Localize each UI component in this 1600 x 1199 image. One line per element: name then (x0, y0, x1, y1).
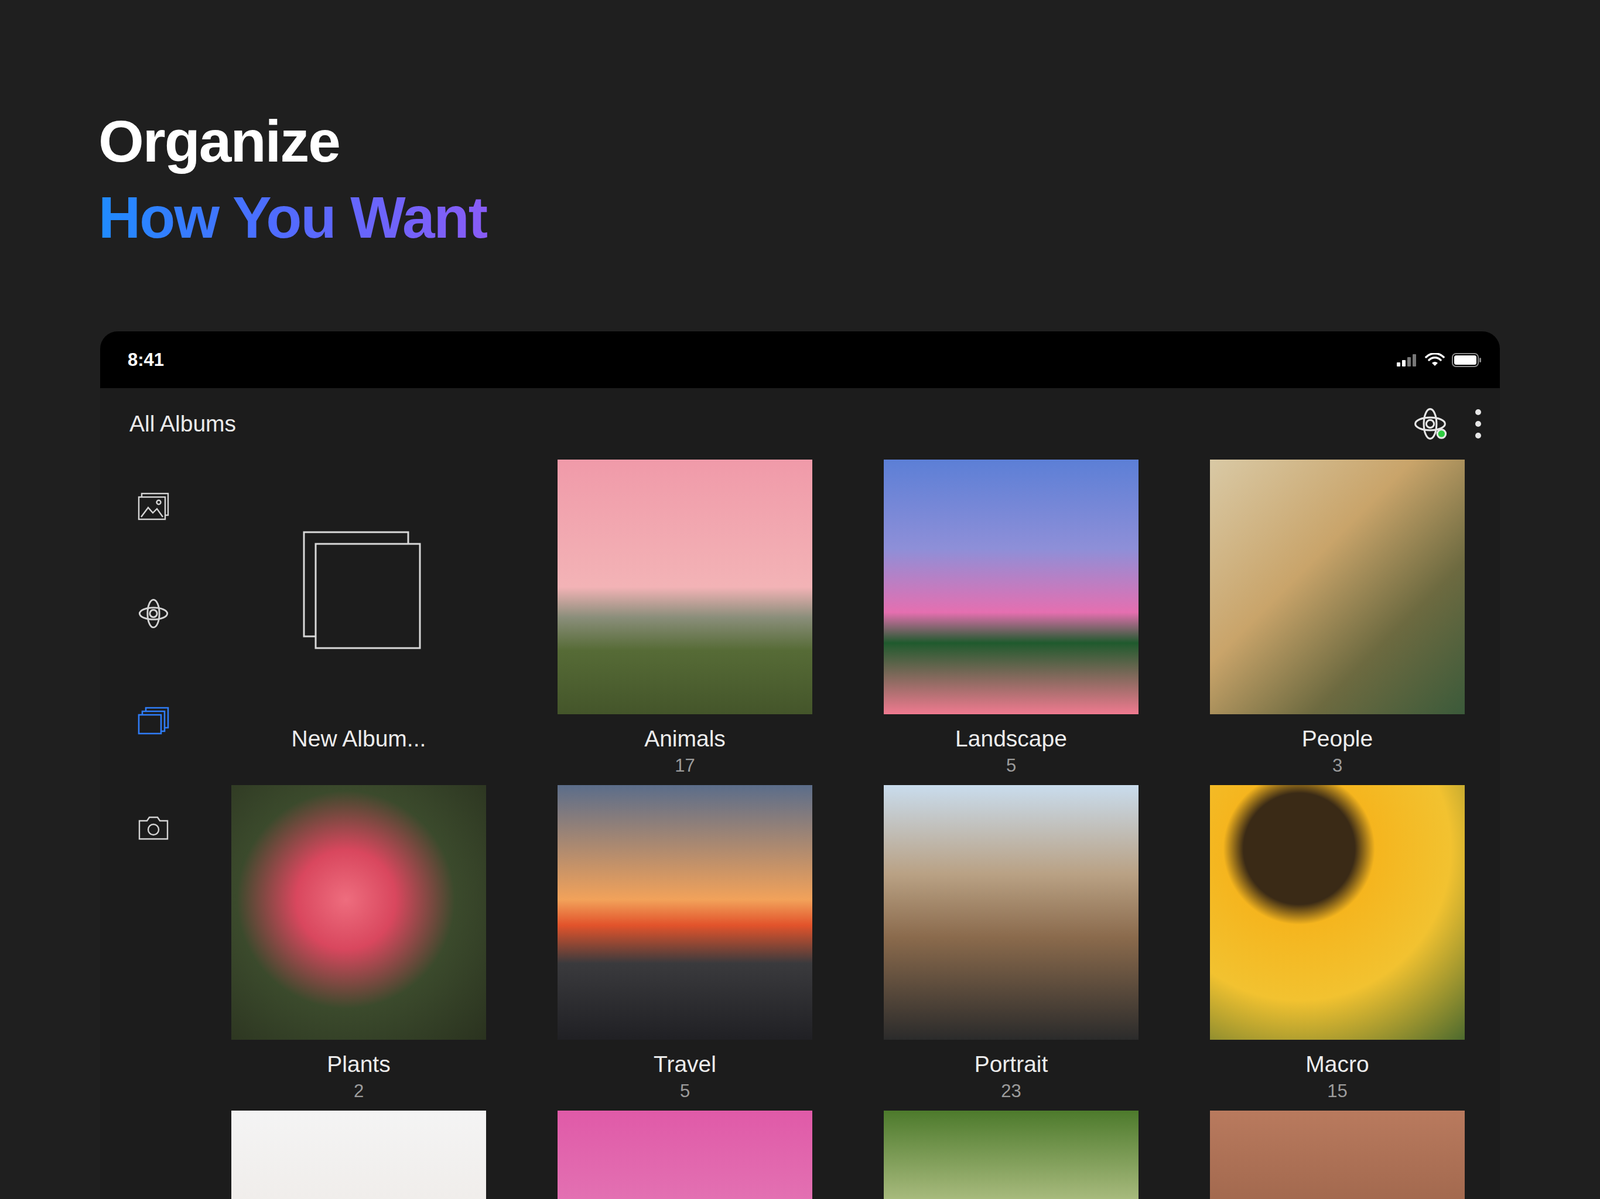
albums-icon (137, 706, 170, 735)
album-card[interactable] (1209, 1110, 1465, 1199)
status-icons (1396, 353, 1483, 368)
explore-icon (137, 597, 170, 630)
sidebar-item[interactable] (137, 491, 170, 522)
app-bar: All Albums (100, 388, 1500, 460)
album-cover (883, 459, 1139, 715)
photos-icon (137, 492, 170, 521)
album-card[interactable] (883, 1110, 1139, 1199)
sidebar-item[interactable] (137, 705, 170, 737)
album-name: Portrait (974, 1051, 1049, 1079)
album-cover (557, 459, 813, 715)
album-card[interactable]: Travel5 (557, 785, 813, 1111)
tablet-screen: 8:41 All Albums New Album... Animals17 Lands… (100, 331, 1500, 1199)
album-name: Macro (1305, 1051, 1369, 1079)
sidebar (100, 459, 232, 1199)
headline-line: How You Want (98, 179, 491, 256)
album-name: Travel (653, 1051, 717, 1079)
album-cover (557, 1110, 813, 1199)
album-count: 23 (1000, 1080, 1021, 1103)
camera-icon (137, 815, 170, 841)
album-card[interactable]: Landscape5 (883, 459, 1139, 786)
new-album-icon (294, 522, 424, 652)
signal-icon (1396, 353, 1418, 367)
album-count: 5 (1006, 754, 1017, 778)
album-name: New Album... (291, 725, 427, 753)
page-title: All Albums (129, 411, 237, 437)
status-bar: 8:41 (100, 331, 1500, 389)
album-count: 3 (1332, 754, 1343, 778)
sidebar-item[interactable] (137, 812, 170, 844)
album-cover (231, 785, 487, 1041)
album-card[interactable]: People3 (1209, 459, 1465, 786)
album-cover (1209, 1110, 1465, 1199)
app-bar-actions (1413, 407, 1483, 441)
sync-icon[interactable] (1413, 407, 1448, 441)
album-card[interactable] (231, 1110, 487, 1199)
status-time: 8:41 (127, 349, 164, 371)
album-count: 15 (1327, 1080, 1347, 1103)
headline-line: Organize (98, 103, 1600, 180)
album-name: People (1301, 725, 1373, 753)
album-card[interactable]: Plants2 (231, 785, 487, 1111)
album-card[interactable]: Portrait23 (883, 785, 1139, 1111)
album-cover (1209, 459, 1465, 715)
sidebar-item[interactable] (137, 598, 170, 629)
album-count: 2 (353, 1080, 364, 1103)
album-card[interactable]: Animals17 (557, 459, 813, 786)
album-card[interactable]: New Album... (231, 459, 487, 786)
album-name: Animals (644, 725, 726, 753)
album-cover (1209, 785, 1465, 1041)
wifi-icon (1424, 353, 1445, 368)
content: New Album...Animals17Landscape5People3Pl… (100, 459, 1500, 1199)
battery-icon (1451, 353, 1483, 368)
album-name: Landscape (955, 725, 1068, 753)
album-count: 17 (674, 754, 695, 778)
album-name: Plants (326, 1051, 391, 1079)
album-cover (883, 1110, 1139, 1199)
album-cover (557, 785, 813, 1041)
more-icon[interactable] (1474, 407, 1483, 441)
album-cover (231, 1110, 487, 1199)
album-count: 5 (679, 1080, 690, 1103)
album-cover (883, 785, 1139, 1041)
headline: OrganizeHow You Want (98, 103, 1600, 256)
album-grid: New Album...Animals17Landscape5People3Pl… (231, 459, 1465, 1199)
new-album-thumb (231, 459, 487, 715)
album-card[interactable]: Macro15 (1209, 785, 1465, 1111)
album-card[interactable] (557, 1110, 813, 1199)
